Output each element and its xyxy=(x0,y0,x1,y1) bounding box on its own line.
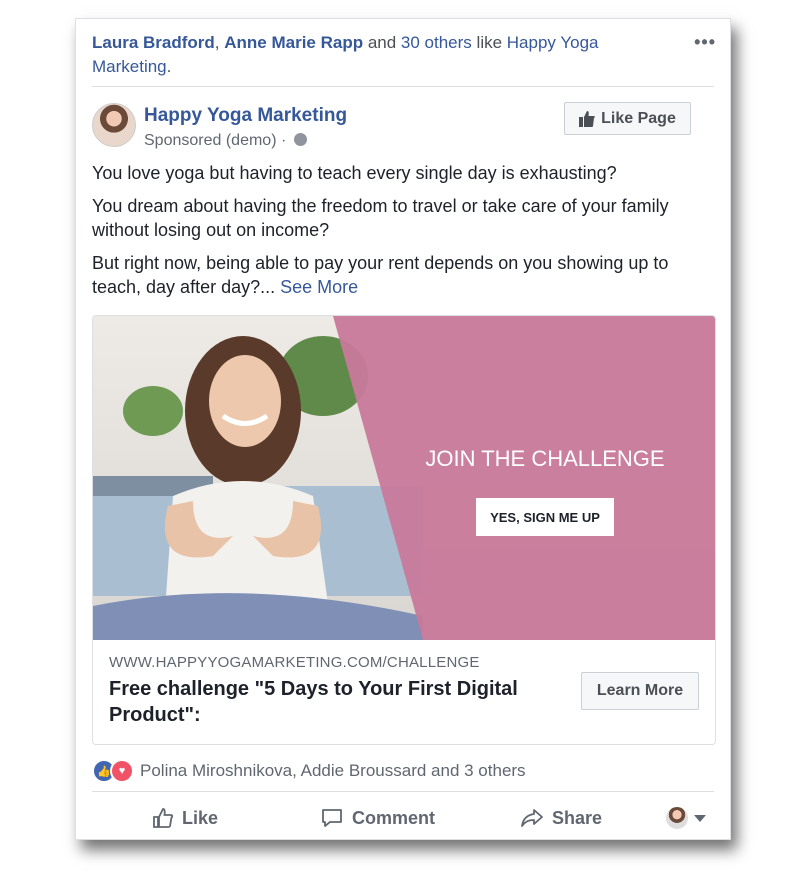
like-button[interactable]: Like xyxy=(152,807,218,829)
social-like-text: like xyxy=(471,33,507,52)
comment-icon xyxy=(322,809,342,827)
ad-headline[interactable]: Free challenge "5 Days to Your First Dig… xyxy=(109,676,549,728)
love-reaction-icon: ♥ xyxy=(110,759,134,783)
sponsored-text: Sponsored (demo) · xyxy=(144,132,287,149)
friend-link-2[interactable]: Anne Marie Rapp xyxy=(224,33,363,52)
ad-attachment[interactable]: JOIN THE CHALLENGE YES, SIGN ME UP WWW.H… xyxy=(92,315,716,745)
action-bar: Like Comment Share xyxy=(92,801,714,835)
post-paragraph: You love yoga but having to teach every … xyxy=(92,163,617,183)
others-link[interactable]: 30 others xyxy=(401,33,472,52)
divider xyxy=(92,791,714,792)
ad-url[interactable]: WWW.HAPPYYOGAMARKETING.COM/CHALLENGE xyxy=(109,654,480,671)
thumbs-up-icon xyxy=(153,808,174,828)
page-avatar[interactable] xyxy=(92,103,136,147)
ad-footer[interactable]: WWW.HAPPYYOGAMARKETING.COM/CHALLENGE Fre… xyxy=(93,640,715,744)
ad-image-button-label: YES, SIGN ME UP xyxy=(490,510,600,525)
share-icon xyxy=(521,809,543,827)
share-button[interactable]: Share xyxy=(520,807,602,829)
reaction-summary[interactable]: 👍 ♥ Polina Miroshnikova, Addie Broussard… xyxy=(92,759,526,783)
comment-label: Comment xyxy=(352,807,436,828)
thumbs-up-icon xyxy=(579,110,595,127)
post-paragraph: You dream about having the freedom to tr… xyxy=(92,196,669,240)
post-body: You love yoga but having to teach every … xyxy=(92,161,712,308)
page-name-link[interactable]: Happy Yoga Marketing xyxy=(144,105,347,127)
reaction-names[interactable]: Polina Miroshnikova, Addie Broussard and… xyxy=(140,761,526,781)
ad-image-heading: JOIN THE CHALLENGE xyxy=(425,446,664,471)
social-sep: , xyxy=(214,33,225,52)
comment-button[interactable]: Comment xyxy=(320,807,435,829)
chevron-down-icon xyxy=(694,814,706,822)
learn-more-button[interactable]: Learn More xyxy=(581,672,699,710)
divider xyxy=(92,86,714,87)
globe-icon[interactable] xyxy=(293,133,307,146)
like-page-label: Like Page xyxy=(601,109,676,127)
sponsored-label: Sponsored (demo) · xyxy=(144,132,307,150)
friend-link-1[interactable]: Laura Bradford xyxy=(92,33,215,52)
user-avatar xyxy=(666,807,688,829)
more-dots-icon[interactable]: ••• xyxy=(694,33,716,51)
see-more-link[interactable]: See More xyxy=(280,277,358,297)
like-label: Like xyxy=(182,807,219,828)
post-paragraph: But right now, being able to pay your re… xyxy=(92,251,712,299)
share-label: Share xyxy=(552,807,603,828)
social-context: Laura Bradford, Anne Marie Rapp and 30 o… xyxy=(92,31,672,79)
ad-image[interactable]: JOIN THE CHALLENGE YES, SIGN ME UP xyxy=(93,316,715,640)
social-connector: and xyxy=(363,33,401,52)
feed-post-card: Laura Bradford, Anne Marie Rapp and 30 o… xyxy=(75,18,731,840)
like-page-button[interactable]: Like Page xyxy=(564,102,691,135)
post-paragraph-text: But right now, being able to pay your re… xyxy=(92,253,669,297)
post-as-selector[interactable] xyxy=(666,807,706,829)
social-end: . xyxy=(166,57,172,76)
